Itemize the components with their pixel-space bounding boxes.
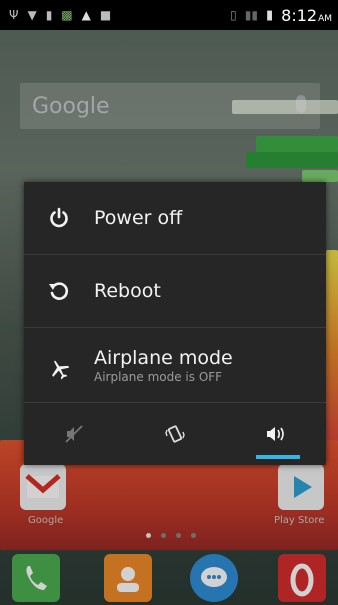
power-icon	[50, 207, 68, 228]
warning-icon: ▲	[81, 8, 91, 22]
battery-icon: ▮	[265, 7, 274, 23]
reboot-label: Reboot	[94, 280, 161, 302]
airplane-icon	[52, 360, 70, 380]
battery-small-icon: ▮	[45, 8, 53, 22]
silent-mode-button[interactable]	[34, 403, 114, 465]
airplane-mode-option[interactable]: Airplane mode Airplane mode is OFF	[24, 328, 326, 403]
sound-on-icon	[266, 427, 284, 441]
reboot-icon	[49, 282, 68, 300]
power-off-option[interactable]: Power off	[24, 182, 326, 255]
usb-icon: Ψ	[9, 8, 19, 22]
square-icon: ■	[99, 8, 112, 22]
reboot-option[interactable]: Reboot	[24, 255, 326, 328]
vibrate-mode-button[interactable]	[135, 403, 215, 465]
silent-icon	[65, 425, 83, 443]
signal-icon: ▮▮	[244, 8, 258, 22]
power-menu-dialog: Power off Reboot Airplane mode Airplane …	[24, 182, 326, 465]
image-icon: ▩	[61, 8, 73, 22]
home-screen: Ψ ▼ ▮ ▩ ▲ ■ ▯ ▮▮ ▮ 8:12AM Google Google …	[0, 0, 338, 605]
status-bar: Ψ ▼ ▮ ▩ ▲ ■ ▯ ▮▮ ▮ 8:12AM	[0, 0, 338, 30]
sound-on-mode-button[interactable]	[236, 403, 316, 465]
airplane-mode-label: Airplane mode	[94, 346, 233, 369]
selected-mode-indicator	[255, 455, 300, 459]
vibrate-icon	[165, 425, 185, 443]
sound-mode-selector	[24, 403, 326, 465]
vibrate-icon: ▯	[230, 8, 237, 22]
airplane-mode-status: Airplane mode is OFF	[94, 369, 223, 384]
wifi-icon: ▼	[27, 8, 37, 22]
power-off-label: Power off	[94, 207, 183, 229]
clock: 8:12AM	[281, 5, 332, 25]
